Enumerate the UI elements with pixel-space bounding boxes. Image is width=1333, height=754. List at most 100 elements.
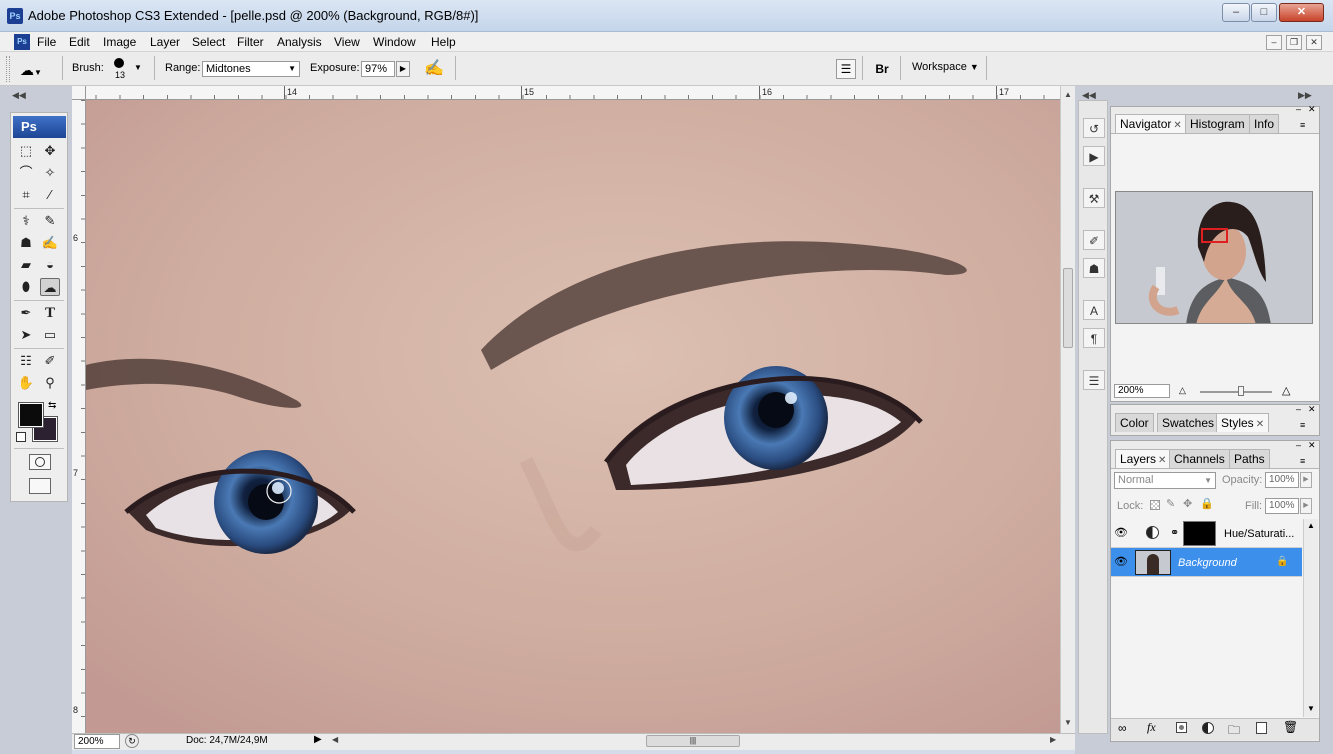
tab-paths[interactable]: Paths [1229, 449, 1270, 468]
move-tool-icon[interactable]: ✥ [40, 142, 60, 160]
history-panel-icon[interactable]: ↺ [1083, 118, 1105, 138]
ruler-origin[interactable] [72, 86, 86, 100]
menu-window[interactable]: Window [371, 34, 418, 50]
airbrush-icon[interactable]: ✍ [423, 58, 445, 80]
healing-brush-tool-icon[interactable]: ⚕ [16, 212, 36, 230]
crop-tool-icon[interactable]: ⌗ [16, 186, 36, 204]
layer-comps-icon[interactable]: ☰ [1083, 370, 1105, 390]
paragraph-panel-icon[interactable]: ¶ [1083, 328, 1105, 348]
marquee-tool-icon[interactable]: ⬚ [16, 142, 36, 160]
screen-mode-button[interactable] [29, 478, 51, 494]
menu-select[interactable]: Select [190, 34, 227, 50]
navigator-thumbnail[interactable] [1115, 191, 1313, 324]
link-layers-icon[interactable]: ∞ [1118, 721, 1127, 735]
eye-icon[interactable]: 👁 [1114, 526, 1128, 539]
brush-dropdown-icon[interactable]: ▼ [134, 63, 142, 72]
tool-presets-icon[interactable]: ⚒ [1083, 188, 1105, 208]
scroll-down-icon[interactable]: ▼ [1307, 704, 1315, 713]
menu-edit[interactable]: Edit [67, 34, 92, 50]
doc-minimize-button[interactable]: – [1266, 35, 1282, 50]
vertical-scrollbar[interactable]: ▲ ▼ [1060, 86, 1075, 734]
palette-well-icon[interactable]: ☰ [836, 59, 856, 79]
panel-menu-icon[interactable]: ≡ [1300, 120, 1305, 130]
status-info-icon[interactable]: ↻ [125, 734, 139, 748]
toolbox-logo[interactable]: Ps [13, 116, 66, 138]
menu-filter[interactable]: Filter [235, 34, 266, 50]
layer-mask-thumbnail[interactable] [1183, 521, 1216, 546]
lock-position-icon[interactable]: ✥ [1183, 497, 1192, 510]
doc-restore-button[interactable]: ❐ [1286, 35, 1302, 50]
clone-stamp-tool-icon[interactable]: ☗ [16, 234, 36, 252]
zoom-input[interactable]: 200% [74, 734, 120, 749]
minimize-button[interactable]: – [1222, 3, 1250, 22]
panel-menu-icon[interactable]: ≡ [1300, 456, 1305, 466]
magic-wand-tool-icon[interactable]: ✧ [40, 164, 60, 182]
collapse-toolbox-icon[interactable]: ◀◀ [12, 90, 26, 101]
new-adjustment-layer-icon[interactable] [1202, 722, 1214, 734]
options-grip[interactable] [6, 56, 10, 82]
panel-menu-icon[interactable]: ≡ [1300, 420, 1305, 430]
opacity-input[interactable]: 100% [1265, 472, 1299, 488]
eye-icon[interactable]: 👁 [1114, 555, 1128, 568]
layer-name[interactable]: Background [1178, 557, 1237, 569]
path-selection-tool-icon[interactable]: ➤ [16, 326, 36, 344]
document-icon[interactable]: Ps [14, 34, 30, 50]
clone-source-icon[interactable]: ☗ [1083, 258, 1105, 278]
tab-channels[interactable]: Channels [1169, 449, 1230, 468]
maximize-button[interactable]: □ [1251, 3, 1277, 22]
layers-scrollbar[interactable]: ▲ ▼ [1303, 519, 1318, 717]
menu-analysis[interactable]: Analysis [275, 34, 324, 50]
scroll-left-icon[interactable]: ◀ [332, 735, 338, 744]
photoshop-app-icon[interactable]: Ps [7, 8, 23, 24]
close-icon[interactable]: ✕ [1158, 455, 1166, 466]
hand-tool-icon[interactable]: ✋ [16, 374, 36, 392]
exposure-input[interactable]: 97% [361, 61, 395, 77]
new-layer-icon[interactable] [1256, 722, 1267, 734]
fill-input[interactable]: 100% [1265, 498, 1299, 514]
lock-all-icon[interactable]: 🔒 [1200, 497, 1214, 510]
blur-tool-icon[interactable]: ⬮ [16, 278, 36, 296]
document-canvas[interactable] [86, 100, 1060, 734]
menu-file[interactable]: File [35, 34, 58, 50]
panel-close-icon[interactable]: ✕ [1308, 104, 1316, 115]
notes-tool-icon[interactable]: ☷ [16, 352, 36, 370]
lock-pixels-icon[interactable]: ✎ [1166, 497, 1175, 510]
add-mask-icon[interactable] [1176, 722, 1187, 733]
menu-help[interactable]: Help [429, 34, 458, 50]
close-icon[interactable]: ✕ [1256, 419, 1264, 430]
menu-image[interactable]: Image [101, 34, 138, 50]
new-group-icon[interactable]: 🗀 [1228, 721, 1240, 742]
panel-minimize-icon[interactable]: – [1296, 104, 1301, 114]
default-colors-icon[interactable] [16, 432, 26, 442]
panel-close-icon[interactable]: ✕ [1308, 404, 1316, 415]
tab-info[interactable]: Info [1249, 114, 1280, 133]
swap-colors-icon[interactable]: ⇆ [48, 400, 56, 411]
foreground-color-swatch[interactable] [18, 402, 44, 428]
tab-swatches[interactable]: Swatches [1157, 413, 1220, 432]
panel-minimize-icon[interactable]: – [1296, 404, 1301, 414]
close-button[interactable]: ✕ [1279, 3, 1324, 22]
zoom-in-icon[interactable]: △ [1282, 384, 1290, 397]
close-icon[interactable]: ✕ [1173, 120, 1181, 131]
eraser-tool-icon[interactable]: ▰ [16, 256, 36, 274]
layer-thumbnail[interactable] [1135, 550, 1171, 575]
tab-styles[interactable]: Styles ✕ [1216, 413, 1270, 432]
workspace-button[interactable]: Workspace ▼ [912, 61, 979, 73]
scroll-up-icon[interactable]: ▲ [1064, 90, 1072, 99]
opacity-slider-button[interactable]: ▶ [1300, 472, 1312, 488]
blend-mode-select[interactable]: Normal ▼ [1114, 472, 1216, 489]
zoom-tool-icon[interactable]: ⚲ [40, 374, 60, 392]
brush-tool-icon[interactable]: ✎ [40, 212, 60, 230]
delete-layer-icon[interactable]: 🗑 [1283, 720, 1298, 734]
layer-name[interactable]: Hue/Saturati... [1224, 528, 1294, 540]
eyedropper-tool-icon[interactable]: ✐ [40, 352, 60, 370]
history-brush-tool-icon[interactable]: ✍ [40, 234, 60, 252]
scroll-down-icon[interactable]: ▼ [1064, 718, 1072, 727]
navigator-zoom-slider[interactable] [1200, 391, 1272, 393]
scroll-right-icon[interactable]: ▶ [1050, 735, 1056, 744]
pen-tool-icon[interactable]: ✒ [16, 304, 36, 322]
menu-view[interactable]: View [332, 34, 362, 50]
brushes-panel-icon[interactable]: ✐ [1083, 230, 1105, 250]
paint-bucket-tool-icon[interactable]: ◒ [40, 256, 60, 274]
scroll-up-icon[interactable]: ▲ [1307, 521, 1315, 530]
